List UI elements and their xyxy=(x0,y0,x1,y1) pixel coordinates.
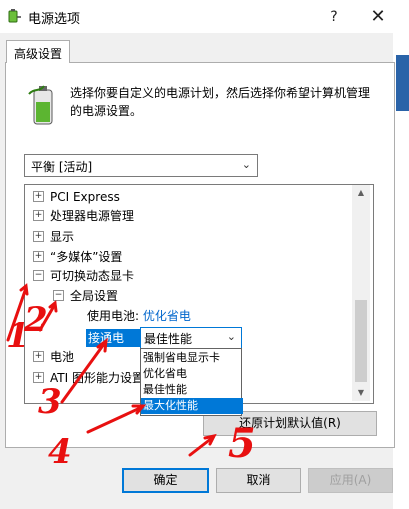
tree-item-label: 处理器电源管理 xyxy=(50,209,135,223)
scroll-thumb[interactable] xyxy=(355,300,367,382)
plugged-in-dropdown-list: 强制省电显示卡 优化省电 最佳性能 最大化性能 xyxy=(140,348,243,416)
annotation-number: 3 xyxy=(38,382,62,422)
tree-item-label: 可切换动态显卡 xyxy=(50,269,135,283)
expand-icon[interactable]: + xyxy=(33,251,44,262)
tree-item-label: 全局设置 xyxy=(70,289,119,303)
tree-item-pci-express[interactable]: + PCI Express xyxy=(33,188,120,206)
tree-item-switchable-graphics[interactable]: − 可切换动态显卡 xyxy=(33,267,134,285)
background-window-edge xyxy=(393,0,409,509)
dropdown-option-max-performance[interactable]: 最大化性能 xyxy=(141,398,243,414)
collapse-icon[interactable]: − xyxy=(53,290,64,301)
close-button[interactable]: ✕ xyxy=(366,6,390,28)
expand-icon[interactable]: + xyxy=(33,191,44,202)
title-bar: 电源选项 ? ✕ xyxy=(0,0,409,33)
expand-icon[interactable]: + xyxy=(33,210,44,221)
tree-item-battery[interactable]: + 电池 xyxy=(33,348,74,366)
tree-item-label: “多媒体”设置 xyxy=(50,250,123,264)
tree-item-multimedia[interactable]: + “多媒体”设置 xyxy=(33,248,122,266)
tree-item-processor[interactable]: + 处理器电源管理 xyxy=(33,207,134,225)
annotation-number: 4 xyxy=(48,432,72,472)
annotation-number: 5 xyxy=(228,420,256,467)
cancel-button[interactable]: 取消 xyxy=(216,468,301,493)
apply-button[interactable]: 应用(A) xyxy=(308,468,393,493)
dropdown-option-power-saving-gpu[interactable]: 强制省电显示卡 xyxy=(141,350,243,366)
on-battery-row: 使用电池: 优化省电 xyxy=(87,307,191,325)
tab-label: 高级设置 xyxy=(14,47,63,61)
chevron-down-icon: ⌄ xyxy=(226,330,236,343)
power-plan-select[interactable]: 平衡 [活动] ⌄ xyxy=(24,154,258,177)
tree-item-label: 电池 xyxy=(50,350,75,364)
battery-icon xyxy=(28,85,53,125)
window-title: 电源选项 xyxy=(28,12,81,27)
plugged-in-value: 最佳性能 xyxy=(144,332,193,346)
annotation-number: 2 xyxy=(24,300,48,340)
help-button[interactable]: ? xyxy=(322,6,346,28)
tree-item-display[interactable]: + 显示 xyxy=(33,228,74,246)
tab-advanced-settings[interactable]: 高级设置 xyxy=(6,40,70,63)
description-text: 选择你要自定义的电源计划，然后选择你希望计算机管理的电源设置。 xyxy=(70,86,371,118)
dropdown-option-optimize-power[interactable]: 优化省电 xyxy=(141,366,243,382)
plugged-in-label: 接通电源: xyxy=(86,329,140,363)
power-options-icon xyxy=(8,9,21,23)
dropdown-option-best-performance[interactable]: 最佳性能 xyxy=(141,382,243,398)
on-battery-value-link[interactable]: 优化省电 xyxy=(143,309,191,323)
expand-icon[interactable]: + xyxy=(33,351,44,362)
ok-button[interactable]: 确定 xyxy=(122,468,209,493)
tree-item-label: PCI Express xyxy=(50,190,120,204)
tree-item-label: 显示 xyxy=(50,230,75,244)
collapse-icon[interactable]: − xyxy=(33,270,44,281)
plugged-in-select[interactable]: 最佳性能 ⌄ xyxy=(140,327,242,349)
on-battery-label: 使用电池: xyxy=(87,309,140,323)
tree-item-global-settings[interactable]: − 全局设置 xyxy=(53,287,118,305)
expand-icon[interactable]: + xyxy=(33,231,44,242)
scroll-up-icon[interactable]: ▲ xyxy=(352,185,370,201)
power-plan-value: 平衡 [活动] xyxy=(31,160,93,174)
scroll-down-icon[interactable]: ▼ xyxy=(352,385,370,401)
tree-item-label: ATI 图形能力设置 xyxy=(50,371,144,385)
chevron-down-icon: ⌄ xyxy=(241,158,251,171)
